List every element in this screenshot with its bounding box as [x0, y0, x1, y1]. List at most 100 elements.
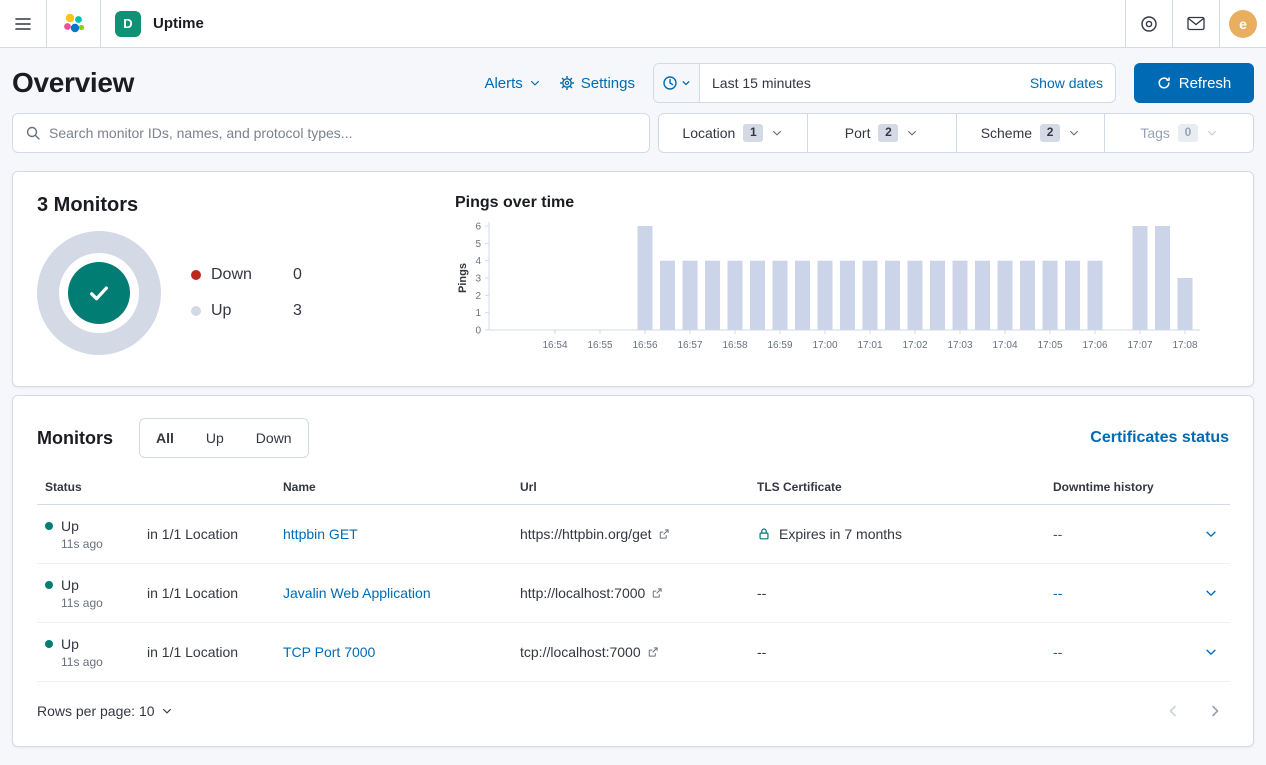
refresh-button[interactable]: Refresh	[1134, 63, 1254, 103]
table-header-row: Status Name Url TLS Certificate Downtime…	[37, 470, 1230, 505]
tab-all[interactable]: All	[140, 419, 190, 457]
svg-text:4: 4	[475, 256, 481, 267]
svg-text:16:54: 16:54	[542, 340, 567, 351]
chevron-down-icon	[906, 127, 918, 139]
user-avatar: e	[1229, 10, 1257, 38]
monitor-url: tcp://localhost:7000	[520, 644, 641, 660]
monitor-name-link[interactable]: TCP Port 7000	[283, 644, 375, 660]
space-avatar[interactable]: D	[115, 11, 141, 37]
search-input[interactable]	[49, 125, 637, 141]
chevron-down-icon	[1068, 127, 1080, 139]
svg-text:17:06: 17:06	[1082, 340, 1107, 351]
rows-per-page-label: Rows per page: 10	[37, 703, 155, 719]
monitors-title: Monitors	[37, 428, 113, 449]
filter-tags-count-badge: 0	[1178, 124, 1198, 141]
status-filter-group: All Up Down	[139, 418, 309, 458]
table-row: Up 11s ago in 1/1 Location Javalin Web A…	[37, 564, 1230, 623]
downtime-history: --	[1053, 644, 1062, 660]
svg-text:17:07: 17:07	[1127, 340, 1152, 351]
alerts-dropdown[interactable]: Alerts	[484, 75, 540, 92]
legend-row-down: Down 0	[191, 266, 302, 284]
downtime-history: --	[1053, 526, 1062, 542]
elastic-logo[interactable]	[47, 12, 100, 36]
status-ago: 11s ago	[61, 596, 131, 610]
monitor-name-link[interactable]: httpbin GET	[283, 526, 358, 542]
svg-text:5: 5	[475, 239, 481, 250]
tls-expiry: --	[757, 585, 766, 601]
external-link-icon[interactable]	[651, 587, 663, 599]
monitor-location: in 1/1 Location	[147, 585, 238, 601]
svg-text:3: 3	[475, 274, 481, 285]
menu-button[interactable]	[0, 0, 47, 48]
filter-group: Location 1 Port 2 Scheme 2 Tags 0	[658, 113, 1254, 153]
chevron-down-icon	[1204, 527, 1218, 541]
clock-icon	[662, 75, 678, 91]
elastic-logo-icon	[61, 12, 86, 36]
svg-text:17:02: 17:02	[902, 340, 927, 351]
filter-scheme[interactable]: Scheme 2	[956, 114, 1105, 152]
settings-button[interactable]: Settings	[559, 75, 635, 92]
tab-down[interactable]: Down	[240, 419, 308, 457]
filter-tags[interactable]: Tags 0	[1104, 114, 1253, 152]
col-tls: TLS Certificate	[749, 470, 1045, 505]
expand-row-button[interactable]	[1200, 527, 1222, 541]
filter-port[interactable]: Port 2	[807, 114, 956, 152]
check-icon	[86, 280, 112, 306]
next-page-button[interactable]	[1207, 703, 1223, 719]
svg-text:16:58: 16:58	[722, 340, 747, 351]
svg-text:16:57: 16:57	[677, 340, 702, 351]
filter-port-label: Port	[845, 125, 871, 141]
status-up-dot	[45, 522, 53, 530]
chevron-down-icon	[529, 77, 541, 89]
monitor-location: in 1/1 Location	[147, 526, 238, 542]
legend-up-label: Up	[211, 302, 267, 320]
filter-row: Location 1 Port 2 Scheme 2 Tags 0	[12, 113, 1254, 153]
filter-port-count-badge: 2	[878, 124, 898, 141]
newsfeed-button[interactable]	[1172, 0, 1219, 48]
alerts-label: Alerts	[484, 75, 522, 92]
svg-text:17:00: 17:00	[812, 340, 837, 351]
chevron-down-icon	[771, 127, 783, 139]
chevron-down-icon	[1204, 645, 1218, 659]
external-link-icon[interactable]	[647, 646, 659, 658]
table-footer: Rows per page: 10	[37, 694, 1229, 728]
table-row: Up 11s ago in 1/1 Location TCP Port 7000…	[37, 623, 1230, 682]
monitor-name-link[interactable]: Javalin Web Application	[283, 585, 431, 601]
tab-up[interactable]: Up	[190, 419, 240, 457]
help-button[interactable]	[1125, 0, 1172, 48]
newsfeed-icon	[1187, 16, 1205, 31]
down-dot	[191, 270, 201, 280]
filter-scheme-label: Scheme	[981, 125, 1032, 141]
quick-select-button[interactable]	[654, 64, 700, 102]
external-link-icon[interactable]	[658, 528, 670, 540]
legend-row-up: Up 3	[191, 302, 302, 320]
col-status: Status	[37, 470, 139, 505]
expand-row-button[interactable]	[1200, 645, 1222, 659]
tls-expiry: Expires in 7 months	[779, 526, 902, 542]
certificates-status-link[interactable]: Certificates status	[1090, 429, 1229, 447]
pings-chart-title: Pings over time	[455, 194, 1229, 212]
rows-per-page-button[interactable]: Rows per page: 10	[37, 703, 173, 719]
filter-scheme-count-badge: 2	[1040, 124, 1060, 141]
time-range-value[interactable]: Last 15 minutes	[700, 64, 1018, 102]
prev-page-button[interactable]	[1165, 703, 1181, 719]
lock-icon	[757, 527, 771, 541]
status-donut-chart	[37, 231, 161, 355]
downtime-history: --	[1053, 585, 1062, 601]
expand-row-button[interactable]	[1200, 586, 1222, 600]
svg-text:17:08: 17:08	[1172, 340, 1197, 351]
filter-location[interactable]: Location 1	[659, 114, 807, 152]
status-text: Up	[61, 636, 79, 652]
col-url: Url	[512, 470, 749, 505]
col-expand	[1192, 470, 1230, 505]
chevron-down-icon	[1206, 127, 1218, 139]
tls-expiry: --	[757, 644, 766, 660]
col-location	[139, 470, 275, 505]
show-dates-button[interactable]: Show dates	[1018, 64, 1115, 102]
status-ago: 11s ago	[61, 655, 131, 669]
topbar-divider	[100, 0, 101, 48]
page-title: Overview	[12, 67, 134, 99]
col-name: Name	[275, 470, 512, 505]
user-menu-button[interactable]: e	[1219, 0, 1266, 48]
pings-over-time-chart: 012345616:5416:5516:5616:5716:5816:5917:…	[455, 218, 1210, 368]
